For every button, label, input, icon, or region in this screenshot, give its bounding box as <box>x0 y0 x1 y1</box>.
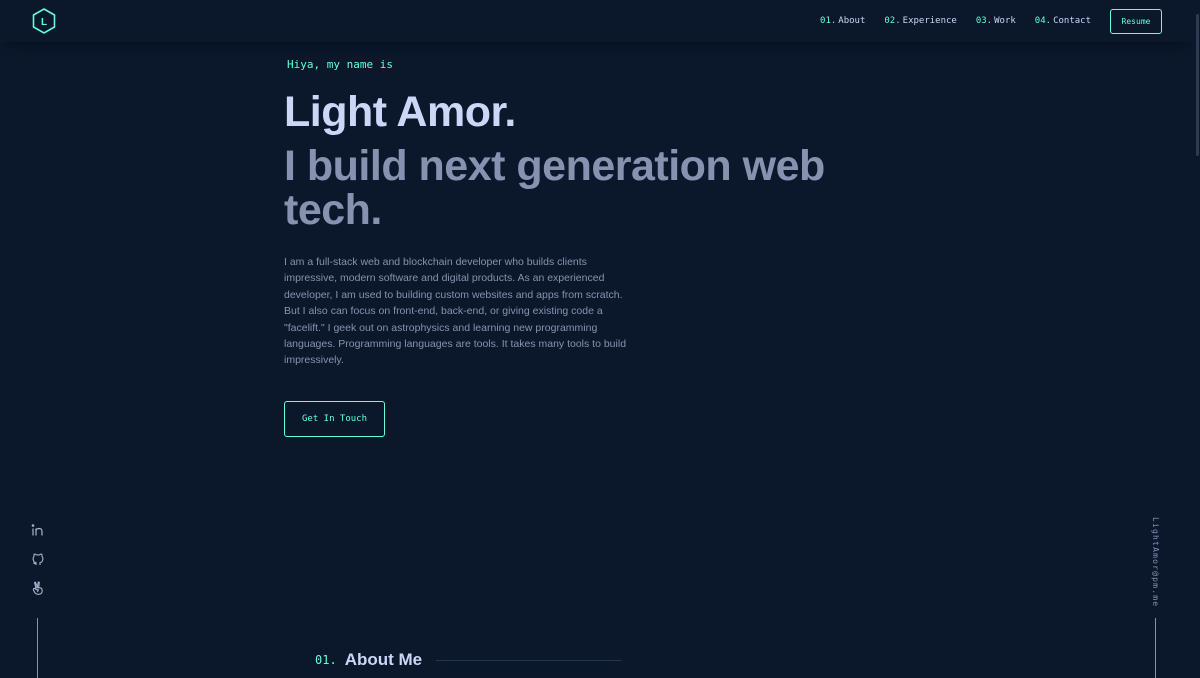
main-nav: 01. About 02. Experience 03. Work 04. Contac… <box>801 8 1162 34</box>
github-icon[interactable] <box>31 552 45 566</box>
about-section-heading: 01. About Me <box>315 650 623 670</box>
nav-item-experience[interactable]: 02. Experience <box>884 16 956 26</box>
scrollbar[interactable] <box>1194 0 1200 673</box>
angellist-icon[interactable] <box>31 581 45 595</box>
hero-tagline: I build next generation web tech. <box>284 142 825 234</box>
nav-number: 04. <box>1034 16 1052 26</box>
social-links <box>28 523 48 610</box>
nav-label: Work <box>994 16 1016 26</box>
nav-number: 03. <box>975 16 993 26</box>
section-divider <box>436 659 623 661</box>
resume-button[interactable]: Resume <box>1110 8 1162 34</box>
scrollbar-thumb[interactable] <box>1196 14 1199 156</box>
social-rail-line <box>37 618 38 678</box>
nav-item-about[interactable]: 01. About <box>820 16 865 26</box>
site-header: L 01. About 02. Experience 03. Work 04. Cont… <box>0 0 1194 42</box>
nav-label: Experience <box>902 16 957 26</box>
section-title: About Me <box>344 650 423 669</box>
get-in-touch-button[interactable]: Get In Touch <box>284 400 385 437</box>
nav-label: About <box>838 16 866 26</box>
nav-number: 01. <box>820 16 837 26</box>
nav-number: 02. <box>884 16 901 26</box>
nav-label: Contact <box>1053 16 1091 26</box>
section-number: 01. <box>315 653 337 667</box>
logo-icon[interactable]: L <box>32 8 56 34</box>
hero-name: Light Amor. <box>284 88 516 136</box>
nav-item-work[interactable]: 03. Work <box>976 16 1016 26</box>
hero-section: Hiya, my name is Light Amor. I build nex… <box>284 56 884 437</box>
email-link[interactable]: LightAmor@pm.me <box>1151 517 1160 607</box>
linkedin-icon[interactable] <box>31 523 45 537</box>
nav-item-contact[interactable]: 04. Contact <box>1035 16 1091 26</box>
logo-letter: L <box>41 17 47 28</box>
email-rail-line <box>1155 618 1156 678</box>
hero-bio: I am a full-stack web and blockchain dev… <box>284 256 627 367</box>
hero-greeting: Hiya, my name is <box>287 58 393 71</box>
